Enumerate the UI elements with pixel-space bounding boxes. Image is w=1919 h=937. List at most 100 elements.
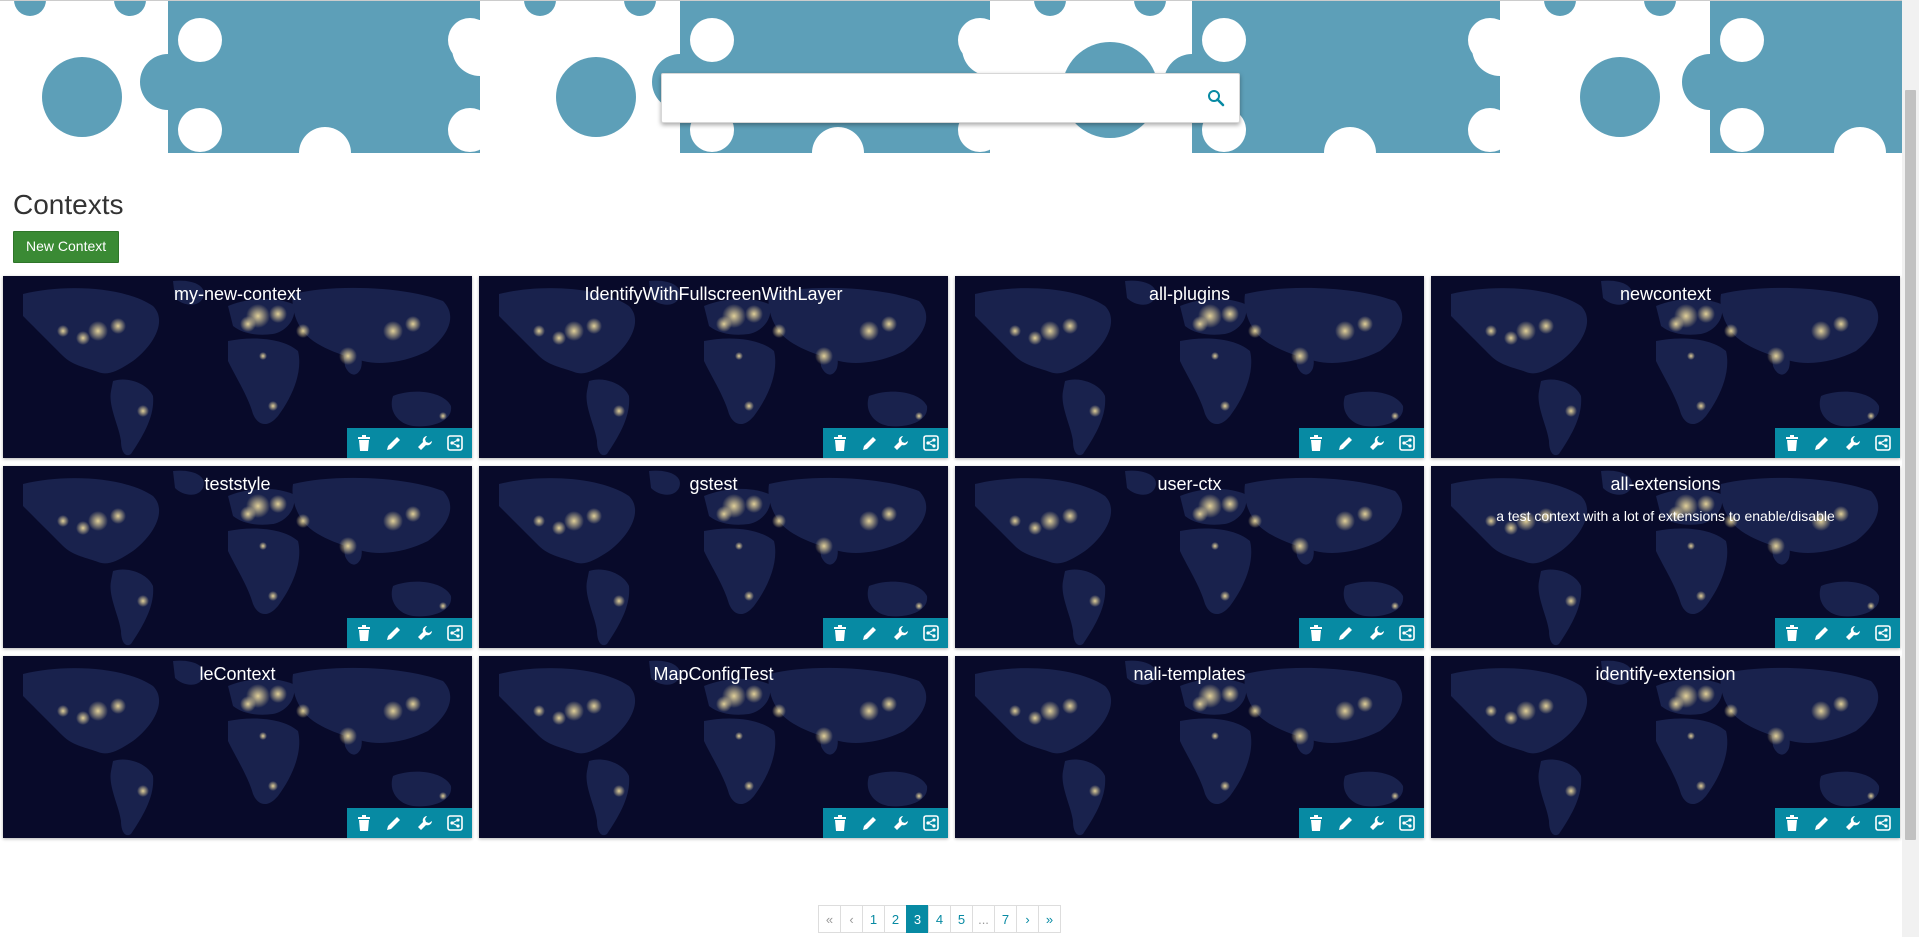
wrench-button[interactable] — [1365, 621, 1389, 645]
context-card[interactable]: leContext — [3, 656, 472, 838]
share-icon — [447, 815, 463, 831]
share-button[interactable] — [443, 811, 467, 835]
pencil-icon — [1815, 437, 1829, 450]
new-context-button[interactable]: New Context — [13, 231, 120, 263]
pencil-button[interactable] — [382, 811, 406, 835]
share-button[interactable] — [919, 431, 943, 455]
context-card[interactable]: user-ctx — [955, 466, 1424, 648]
share-button[interactable] — [1871, 621, 1895, 645]
card-title: user-ctx — [1157, 474, 1222, 494]
context-card[interactable]: all-plugins — [955, 276, 1424, 458]
pencil-button[interactable] — [858, 621, 882, 645]
pencil-button[interactable] — [1810, 431, 1834, 455]
trash-button[interactable] — [1780, 621, 1804, 645]
share-button[interactable] — [1395, 431, 1419, 455]
search-icon[interactable] — [1207, 89, 1227, 109]
context-card[interactable]: gstest — [479, 466, 948, 648]
context-card[interactable]: identify-extension — [1431, 656, 1900, 838]
last-page-button[interactable]: » — [1038, 905, 1061, 933]
share-button[interactable] — [443, 621, 467, 645]
trash-button[interactable] — [1304, 431, 1328, 455]
wrench-button[interactable] — [413, 811, 437, 835]
page-link[interactable]: 5 — [950, 905, 973, 933]
trash-button[interactable] — [352, 811, 376, 835]
context-card[interactable]: my-new-context — [3, 276, 472, 458]
share-button[interactable] — [919, 811, 943, 835]
wrench-icon — [417, 626, 432, 640]
pencil-button[interactable] — [1334, 811, 1358, 835]
share-button[interactable] — [1395, 811, 1419, 835]
wrench-button[interactable] — [413, 431, 437, 455]
card-toolbar — [823, 428, 948, 458]
card-toolbar — [347, 618, 472, 648]
pencil-button[interactable] — [1334, 431, 1358, 455]
page-ellipsis: ... — [972, 905, 995, 933]
wrench-button[interactable] — [1365, 811, 1389, 835]
share-button[interactable] — [1871, 431, 1895, 455]
scrollbar[interactable] — [1902, 0, 1919, 937]
share-button[interactable] — [1871, 811, 1895, 835]
wrench-button[interactable] — [889, 431, 913, 455]
trash-button[interactable] — [1304, 811, 1328, 835]
page-link[interactable]: 7 — [994, 905, 1017, 933]
context-card[interactable]: IdentifyWithFullscreenWithLayer — [479, 276, 948, 458]
wrench-button[interactable] — [413, 621, 437, 645]
trash-button[interactable] — [828, 431, 852, 455]
pencil-button[interactable] — [382, 621, 406, 645]
wrench-button[interactable] — [1841, 431, 1865, 455]
header-banner — [0, 0, 1902, 153]
wrench-button[interactable] — [1841, 621, 1865, 645]
trash-button[interactable] — [1304, 621, 1328, 645]
prev-page-button[interactable]: ‹ — [840, 905, 863, 933]
share-icon — [1875, 625, 1891, 641]
share-button[interactable] — [443, 431, 467, 455]
page-link[interactable]: 2 — [884, 905, 907, 933]
card-title: all-plugins — [1148, 284, 1231, 304]
wrench-icon — [417, 436, 432, 450]
trash-icon — [1310, 815, 1323, 831]
page-link[interactable]: 1 — [862, 905, 885, 933]
next-page-button[interactable]: › — [1016, 905, 1039, 933]
share-button[interactable] — [1395, 621, 1419, 645]
trash-button[interactable] — [352, 431, 376, 455]
pencil-button[interactable] — [1810, 621, 1834, 645]
card-title: all-extensions — [1610, 474, 1721, 494]
scrollbar-thumb[interactable] — [1905, 90, 1916, 840]
trash-button[interactable] — [828, 811, 852, 835]
page-link[interactable]: 3 — [906, 905, 929, 933]
pencil-button[interactable] — [1334, 621, 1358, 645]
card-title: my-new-context — [173, 284, 302, 304]
wrench-icon — [893, 436, 908, 450]
share-button[interactable] — [919, 621, 943, 645]
pencil-button[interactable] — [858, 431, 882, 455]
share-icon — [1399, 625, 1415, 641]
trash-button[interactable] — [1780, 431, 1804, 455]
context-card[interactable]: all-extensions a test context with a lot … — [1431, 466, 1900, 648]
pencil-button[interactable] — [1810, 811, 1834, 835]
trash-button[interactable] — [828, 621, 852, 645]
card-toolbar — [1775, 428, 1900, 458]
wrench-button[interactable] — [1365, 431, 1389, 455]
first-page-button[interactable]: « — [818, 905, 841, 933]
pencil-button[interactable] — [382, 431, 406, 455]
wrench-button[interactable] — [889, 621, 913, 645]
context-card[interactable]: nali-templates — [955, 656, 1424, 838]
search-input[interactable] — [672, 82, 1196, 116]
wrench-icon — [1369, 626, 1384, 640]
context-card[interactable]: MapConfigTest — [479, 656, 948, 838]
wrench-button[interactable] — [889, 811, 913, 835]
wrench-icon — [417, 816, 432, 830]
page-link[interactable]: 4 — [928, 905, 951, 933]
wrench-icon — [1845, 436, 1860, 450]
trash-button[interactable] — [1780, 811, 1804, 835]
trash-icon — [358, 815, 371, 831]
context-card[interactable]: newcontext — [1431, 276, 1900, 458]
pencil-icon — [387, 817, 401, 830]
trash-icon — [358, 625, 371, 641]
wrench-button[interactable] — [1841, 811, 1865, 835]
wrench-icon — [893, 626, 908, 640]
pencil-button[interactable] — [858, 811, 882, 835]
card-toolbar — [823, 808, 948, 838]
context-card[interactable]: teststyle — [3, 466, 472, 648]
trash-button[interactable] — [352, 621, 376, 645]
